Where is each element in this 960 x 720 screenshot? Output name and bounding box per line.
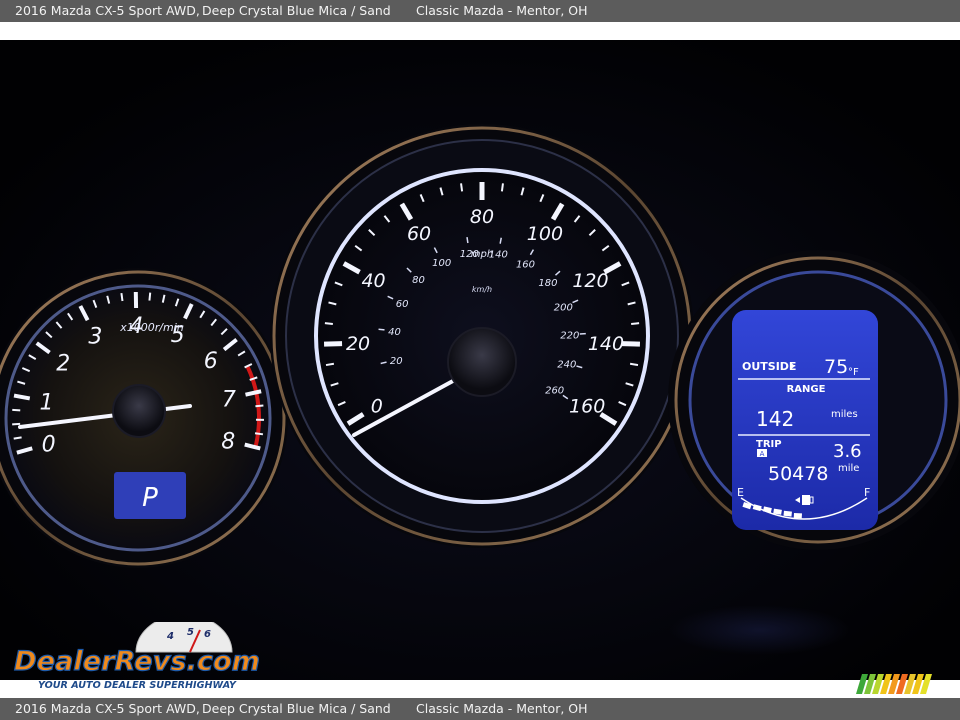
mph-number: 80 — [470, 206, 494, 228]
kmh-number: 260 — [545, 386, 564, 397]
trip-value: 3.6 — [833, 441, 862, 462]
kmh-number: 60 — [396, 299, 409, 310]
instrument-cluster-photo: 012345678 x1000r/min P 0 20 40 60 80 100 120 14… — [0, 40, 960, 680]
speedometer-tick — [460, 183, 464, 192]
fuel-segment — [783, 510, 792, 517]
fuel-empty-label: E — [737, 486, 744, 499]
mph-number: 160 — [569, 396, 605, 418]
mph-unit: mph — [471, 249, 493, 260]
tachometer-unit: x1000r/min — [119, 321, 184, 334]
kmh-number: 20 — [390, 356, 403, 367]
range-label: RANGE — [787, 384, 826, 395]
vehicle-color: Deep Crystal Blue Mica / Sand — [202, 3, 391, 18]
mph-number: 20 — [346, 333, 370, 355]
kmh-number: 200 — [554, 302, 573, 313]
tachometer-number: 3 — [88, 324, 102, 349]
multi-info-display: OUTSIDE 75 °F RANGE 142 miles TRIP A 3.6… — [668, 250, 960, 550]
vehicle-name: 2016 Mazda CX-5 Sport AWD, — [15, 3, 200, 18]
speedometer-tick — [325, 362, 335, 367]
tachometer-number: 1 — [39, 390, 53, 415]
kmh-number: 100 — [432, 258, 451, 269]
mph-number: 60 — [407, 223, 431, 245]
gear-indicator: P — [142, 483, 158, 513]
kmh-tick — [466, 236, 469, 244]
speedometer-tick — [631, 322, 640, 325]
kmh-number: 180 — [538, 278, 557, 289]
tachometer-tick — [13, 436, 22, 440]
mph-number: 40 — [361, 270, 385, 292]
tachometer-number: 8 — [221, 429, 235, 454]
trip-sub: A — [760, 450, 765, 458]
outside-temp: 75 — [824, 356, 848, 378]
range-value: 142 — [756, 407, 794, 431]
outside-label: OUTSIDE — [742, 360, 796, 373]
emblem-digit: 5 — [187, 627, 194, 638]
tachometer-number: 0 — [42, 433, 56, 458]
stripe-badge-icon — [856, 674, 932, 694]
vehicle-color: Deep Crystal Blue Mica / Sand — [202, 701, 391, 716]
kmh-number: 80 — [412, 275, 425, 286]
speedometer-tick — [629, 362, 639, 367]
trip-label: TRIP — [756, 439, 782, 450]
kmh-number: 240 — [557, 359, 576, 370]
kmh-number: 40 — [388, 327, 401, 338]
emblem-digit: 6 — [204, 629, 211, 640]
tachometer-tick — [254, 432, 264, 436]
odometer-value: 50478 — [768, 463, 828, 485]
tachometer-number: 2 — [56, 352, 70, 377]
dealerrevs-logo: 4 5 6 DealerRevs.com YOUR AUTO DEALER SU… — [12, 614, 264, 692]
logo-tagline: YOUR AUTO DEALER SUPERHIGHWAY — [38, 680, 238, 691]
kmh-tick — [378, 328, 385, 331]
odometer-unit: mile — [838, 463, 859, 474]
tachometer-number: 6 — [204, 349, 218, 374]
mph-number: 120 — [572, 270, 608, 292]
caption-bar-bottom: 2016 Mazda CX-5 Sport AWD, Deep Crystal … — [0, 698, 960, 720]
mph-number: 100 — [527, 223, 563, 245]
fuel-full-label: F — [864, 486, 870, 499]
tachometer-tick — [13, 393, 31, 401]
logo-wordmark: DealerRevs.com — [14, 646, 260, 677]
tachometer-number: 7 — [222, 387, 236, 412]
speedometer-hub — [447, 327, 517, 397]
tachometer-tick — [255, 404, 264, 408]
kmh-unit: km/h — [472, 285, 492, 294]
caption-bar-top: 2016 Mazda CX-5 Sport AWD, Deep Crystal … — [0, 0, 960, 22]
dealer-name: Classic Mazda - Mentor, OH — [416, 701, 588, 716]
tachometer-hub — [112, 384, 166, 438]
speedometer-tick — [324, 322, 333, 325]
range-unit: miles — [831, 409, 858, 420]
mph-number: 140 — [588, 333, 624, 355]
kmh-number: 220 — [560, 331, 579, 342]
kmh-number: 160 — [516, 259, 535, 270]
speedometer-tick — [500, 183, 504, 192]
tachometer-tick — [148, 292, 152, 301]
speedometer: 020406080100120140160 20406080100120 1401… — [270, 124, 694, 548]
temp-unit: °F — [848, 367, 859, 378]
dealer-name: Classic Mazda - Mentor, OH — [416, 3, 588, 18]
tachometer-tick — [120, 292, 124, 302]
emblem-digit: 4 — [166, 631, 174, 642]
mph-number: 0 — [371, 396, 383, 418]
tachometer-tick — [12, 408, 21, 412]
fuel-segment — [793, 513, 802, 519]
tachometer: 0123 4 5678 x1000r/min P — [0, 268, 288, 568]
vehicle-name: 2016 Mazda CX-5 Sport AWD, — [15, 701, 200, 716]
